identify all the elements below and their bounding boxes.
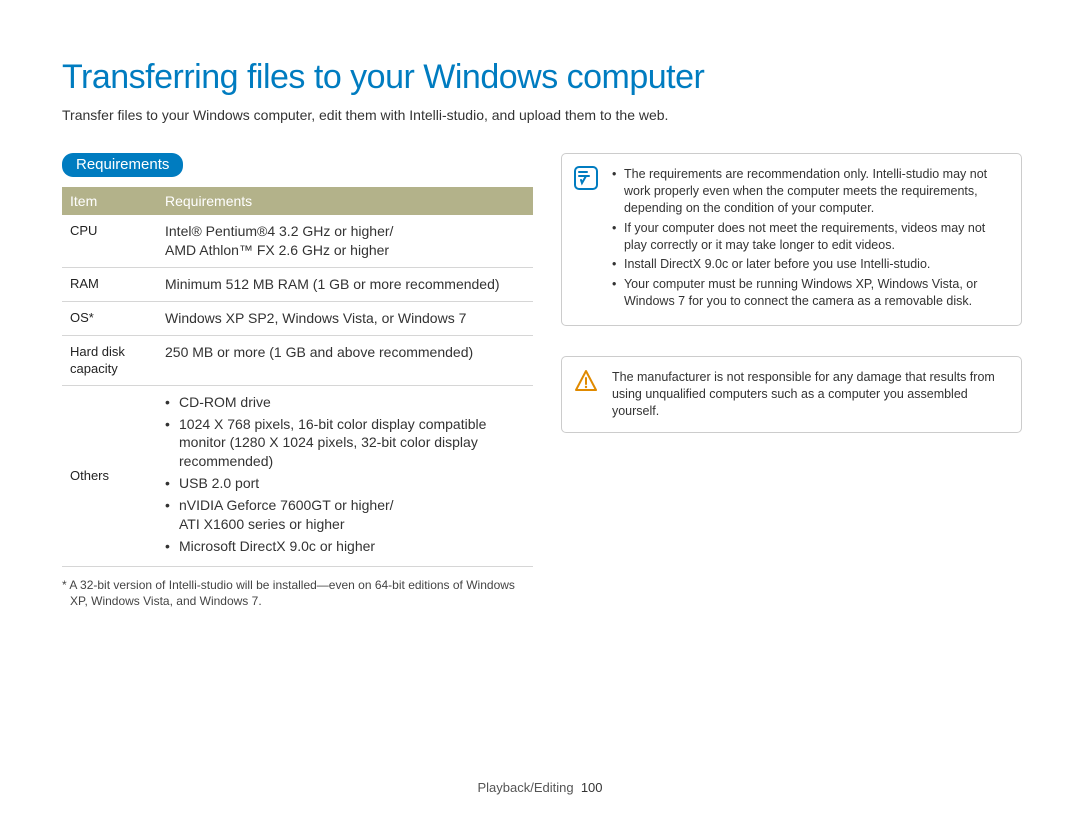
th-item: Item [62,187,157,215]
cell-others-value: CD-ROM drive 1024 X 768 pixels, 16-bit c… [157,385,533,566]
intro-text: Transfer files to your Windows computer,… [62,107,1022,123]
note-item: The requirements are recommendation only… [612,166,1007,217]
cell-os-value: Windows XP SP2, Windows Vista, or Window… [157,301,533,335]
others-item: USB 2.0 port [165,474,525,493]
table-row: Hard disk capacity 250 MB or more (1 GB … [62,335,533,385]
table-row: CPU Intel® Pentium®4 3.2 GHz or higher/ … [62,215,533,267]
table-row: OS* Windows XP SP2, Windows Vista, or Wi… [62,301,533,335]
footer-page-number: 100 [581,780,603,795]
cell-ram-value: Minimum 512 MB RAM (1 GB or more recomme… [157,267,533,301]
requirements-badge: Requirements [62,153,183,177]
requirements-table: Item Requirements CPU Intel® Pentium®4 3… [62,187,533,567]
cell-hdd-label: Hard disk capacity [62,335,157,385]
cell-os-label: OS* [62,301,157,335]
warning-box: The manufacturer is not responsible for … [561,356,1022,433]
note-item: Your computer must be running Windows XP… [612,276,1007,310]
left-column: Requirements Item Requirements CPU Intel… [62,153,533,609]
page-title: Transferring files to your Windows compu… [62,58,1022,97]
others-item: Microsoft DirectX 9.0c or higher [165,537,525,556]
others-item: CD-ROM drive [165,393,525,412]
footer-section: Playback/Editing [477,780,573,795]
table-row: RAM Minimum 512 MB RAM (1 GB or more rec… [62,267,533,301]
cell-hdd-value: 250 MB or more (1 GB and above recommend… [157,335,533,385]
cell-others-label: Others [62,385,157,566]
footnote: * A 32-bit version of Intelli-studio wil… [62,577,533,609]
note-icon [574,166,598,190]
others-item: nVIDIA Geforce 7600GT or higher/ ATI X16… [165,496,525,534]
table-row: Others CD-ROM drive 1024 X 768 pixels, 1… [62,385,533,566]
warning-icon [574,369,598,393]
warning-text: The manufacturer is not responsible for … [612,370,995,418]
note-item: If your computer does not meet the requi… [612,220,1007,254]
note-item: Install DirectX 9.0c or later before you… [612,256,1007,273]
right-column: The requirements are recommendation only… [561,153,1022,609]
cell-cpu-value: Intel® Pentium®4 3.2 GHz or higher/ AMD … [157,215,533,267]
page-footer: Playback/Editing 100 [0,780,1080,795]
cell-cpu-label: CPU [62,215,157,267]
others-item: 1024 X 768 pixels, 16-bit color display … [165,415,525,472]
cell-ram-label: RAM [62,267,157,301]
note-box: The requirements are recommendation only… [561,153,1022,326]
th-requirements: Requirements [157,187,533,215]
